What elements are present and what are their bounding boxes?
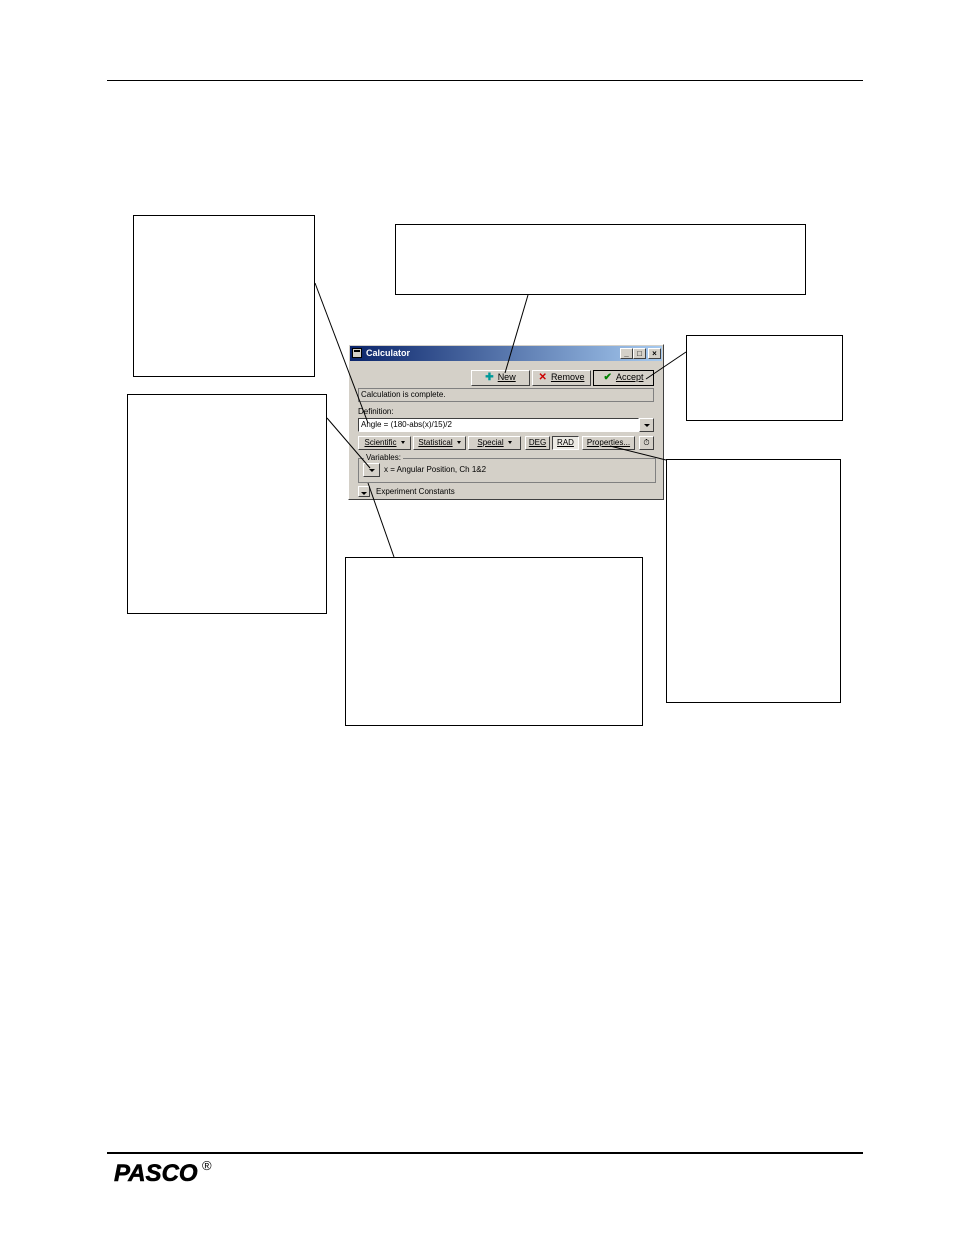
- rad-toggle[interactable]: RAD: [552, 436, 579, 450]
- maximize-button[interactable]: □: [633, 348, 646, 359]
- statistical-menu-button[interactable]: Statistical: [413, 436, 466, 450]
- callout-box-top-left: [133, 215, 315, 377]
- special-menu-button[interactable]: Special: [468, 436, 521, 450]
- chevron-down-icon: [361, 492, 367, 496]
- variable-dropdown-button[interactable]: [363, 463, 380, 477]
- chevron-down-icon: [400, 441, 405, 445]
- callout-box-bottom-center: [345, 557, 643, 726]
- minimize-button[interactable]: _: [620, 348, 633, 359]
- chevron-down-icon: [368, 469, 375, 473]
- calculator-window: Calculator _ □ × ✚ New ✕ Remove ✔ Accept Ca…: [348, 344, 664, 500]
- scientific-label: Scientific: [364, 438, 397, 447]
- accept-button-label: Accept: [615, 372, 644, 382]
- chevron-down-icon: [456, 441, 461, 445]
- title-bar[interactable]: Calculator _ □ ×: [350, 346, 662, 361]
- x-icon: ✕: [538, 372, 547, 383]
- definition-dropdown-button[interactable]: [639, 418, 654, 432]
- status-message: Calculation is complete.: [358, 388, 654, 402]
- experiment-constants-expander[interactable]: [358, 486, 370, 497]
- window-title: Calculator: [366, 348, 411, 358]
- properties-label: Properties...: [586, 438, 631, 447]
- plus-icon: ✚: [485, 372, 494, 383]
- rad-label: RAD: [557, 438, 574, 447]
- chevron-down-icon: [643, 424, 650, 428]
- properties-button[interactable]: Properties...: [582, 436, 635, 450]
- accept-button[interactable]: ✔ Accept: [593, 370, 654, 386]
- chevron-down-icon: [507, 441, 512, 445]
- deg-toggle[interactable]: DEG: [525, 436, 550, 450]
- scientific-menu-button[interactable]: Scientific: [358, 436, 411, 450]
- definition-label: Definition:: [358, 407, 394, 416]
- new-button-label: New: [497, 372, 516, 382]
- special-label: Special: [477, 438, 504, 447]
- statistical-label: Statistical: [418, 438, 453, 447]
- help-icon: ⏱: [643, 438, 650, 447]
- calculator-icon: [352, 348, 362, 358]
- definition-input[interactable]: Angle = (180-abs(x)/15)/2: [358, 418, 639, 432]
- variable-item: x = Angular Position, Ch 1&2: [384, 465, 487, 474]
- new-button[interactable]: ✚ New: [471, 370, 530, 386]
- remove-button[interactable]: ✕ Remove: [532, 370, 591, 386]
- pasco-logo-text: PASCO: [114, 1160, 198, 1186]
- header-rule: [107, 80, 863, 81]
- footer-rule: [107, 1152, 863, 1154]
- close-button[interactable]: ×: [648, 348, 661, 359]
- remove-button-label: Remove: [550, 372, 585, 382]
- callout-box-top-center: [395, 224, 806, 295]
- variables-legend: Variables:: [364, 453, 403, 462]
- help-button[interactable]: ⏱: [639, 436, 654, 450]
- deg-label: DEG: [528, 438, 547, 447]
- callout-box-right: [666, 459, 841, 703]
- callout-box-left: [127, 394, 327, 614]
- pasco-logo: PASCO: [114, 1160, 198, 1186]
- callout-box-accept: [686, 335, 843, 421]
- checkmark-icon: ✔: [603, 372, 612, 383]
- experiment-constants-label: Experiment Constants: [376, 487, 455, 496]
- registered-mark: ®: [202, 1158, 212, 1173]
